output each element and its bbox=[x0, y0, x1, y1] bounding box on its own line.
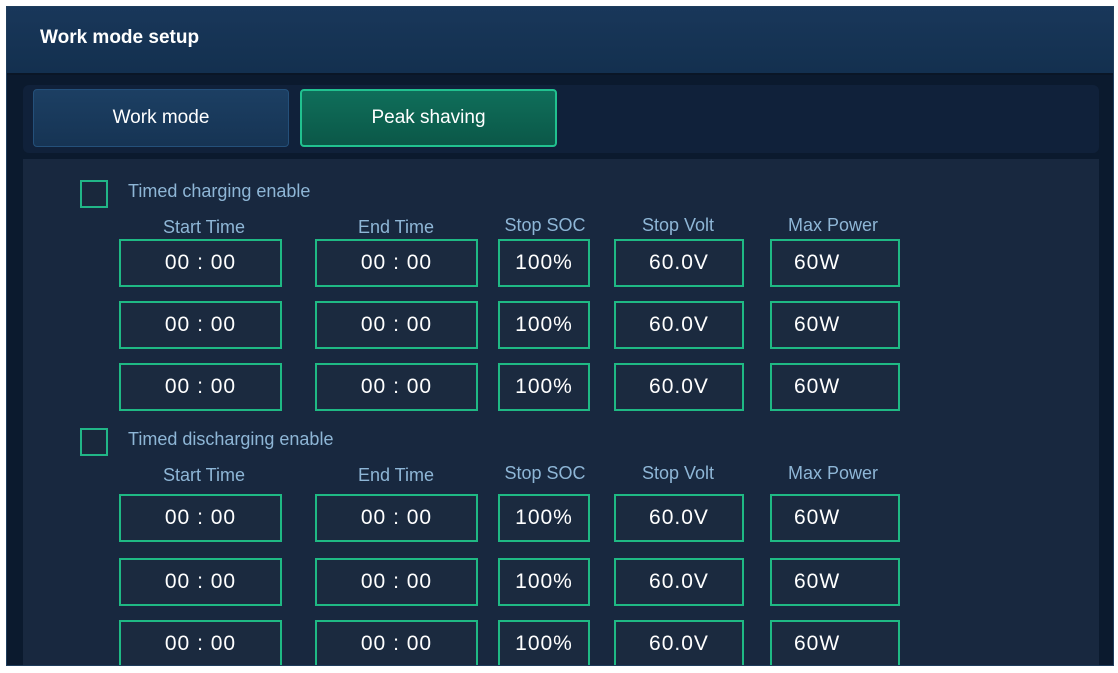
peak-shaving-panel: Timed charging enable Start Time End Tim… bbox=[23, 159, 1099, 665]
charging-max-power-2[interactable]: 60W bbox=[770, 301, 900, 349]
discharging-max-power-3[interactable]: 60W bbox=[770, 620, 900, 665]
charging-stop-volt-3[interactable]: 60.0V bbox=[614, 363, 744, 411]
discharging-start-time-3[interactable]: 00 : 00 bbox=[119, 620, 282, 665]
charging-start-time-2[interactable]: 00 : 00 bbox=[119, 301, 282, 349]
charging-stop-soc-1[interactable]: 100% bbox=[498, 239, 590, 287]
charging-start-time-3[interactable]: 00 : 00 bbox=[119, 363, 282, 411]
timed-discharging-checkbox[interactable] bbox=[80, 428, 108, 456]
tab-bar: Work mode Peak shaving bbox=[23, 85, 1099, 153]
discharging-header-stop-soc: Stop SOC bbox=[504, 463, 586, 483]
discharging-stop-volt-1[interactable]: 60.0V bbox=[614, 494, 744, 542]
charging-stop-soc-2[interactable]: 100% bbox=[498, 301, 590, 349]
timed-charging-label: Timed charging enable bbox=[128, 181, 311, 201]
discharging-max-power-2[interactable]: 60W bbox=[770, 558, 900, 606]
charging-stop-volt-1[interactable]: 60.0V bbox=[614, 239, 744, 287]
charging-end-time-3[interactable]: 00 : 00 bbox=[315, 363, 478, 411]
window-title: Work mode setup bbox=[40, 27, 200, 48]
charging-max-power-3[interactable]: 60W bbox=[770, 363, 900, 411]
charging-end-time-2[interactable]: 00 : 00 bbox=[315, 301, 478, 349]
work-mode-setup-window: Work mode setup Work mode Peak shaving T… bbox=[6, 6, 1114, 666]
charging-max-power-1[interactable]: 60W bbox=[770, 239, 900, 287]
timed-charging-checkbox[interactable] bbox=[80, 180, 108, 208]
charging-header-max-power: Max Power bbox=[787, 215, 879, 235]
timed-discharging-label: Timed discharging enable bbox=[128, 429, 334, 449]
discharging-max-power-1[interactable]: 60W bbox=[770, 494, 900, 542]
tab-work-mode[interactable]: Work mode bbox=[33, 89, 289, 147]
discharging-header-stop-volt: Stop Volt bbox=[641, 463, 715, 483]
charging-start-time-1[interactable]: 00 : 00 bbox=[119, 239, 282, 287]
discharging-stop-soc-2[interactable]: 100% bbox=[498, 558, 590, 606]
discharging-header-start-time: Start Time bbox=[162, 465, 246, 485]
discharging-end-time-3[interactable]: 00 : 00 bbox=[315, 620, 478, 665]
discharging-header-end-time: End Time bbox=[357, 465, 435, 485]
discharging-stop-volt-2[interactable]: 60.0V bbox=[614, 558, 744, 606]
charging-stop-volt-2[interactable]: 60.0V bbox=[614, 301, 744, 349]
title-bar: Work mode setup bbox=[7, 7, 1113, 75]
discharging-stop-volt-3[interactable]: 60.0V bbox=[614, 620, 744, 665]
charging-stop-soc-3[interactable]: 100% bbox=[498, 363, 590, 411]
discharging-start-time-1[interactable]: 00 : 00 bbox=[119, 494, 282, 542]
discharging-end-time-2[interactable]: 00 : 00 bbox=[315, 558, 478, 606]
charging-header-stop-volt: Stop Volt bbox=[641, 215, 715, 235]
charging-end-time-1[interactable]: 00 : 00 bbox=[315, 239, 478, 287]
charging-header-start-time: Start Time bbox=[162, 217, 246, 237]
discharging-end-time-1[interactable]: 00 : 00 bbox=[315, 494, 478, 542]
discharging-start-time-2[interactable]: 00 : 00 bbox=[119, 558, 282, 606]
charging-header-end-time: End Time bbox=[357, 217, 435, 237]
charging-header-stop-soc: Stop SOC bbox=[504, 215, 586, 235]
tab-peak-shaving[interactable]: Peak shaving bbox=[300, 89, 557, 147]
discharging-stop-soc-1[interactable]: 100% bbox=[498, 494, 590, 542]
discharging-header-max-power: Max Power bbox=[787, 463, 879, 483]
discharging-stop-soc-3[interactable]: 100% bbox=[498, 620, 590, 665]
